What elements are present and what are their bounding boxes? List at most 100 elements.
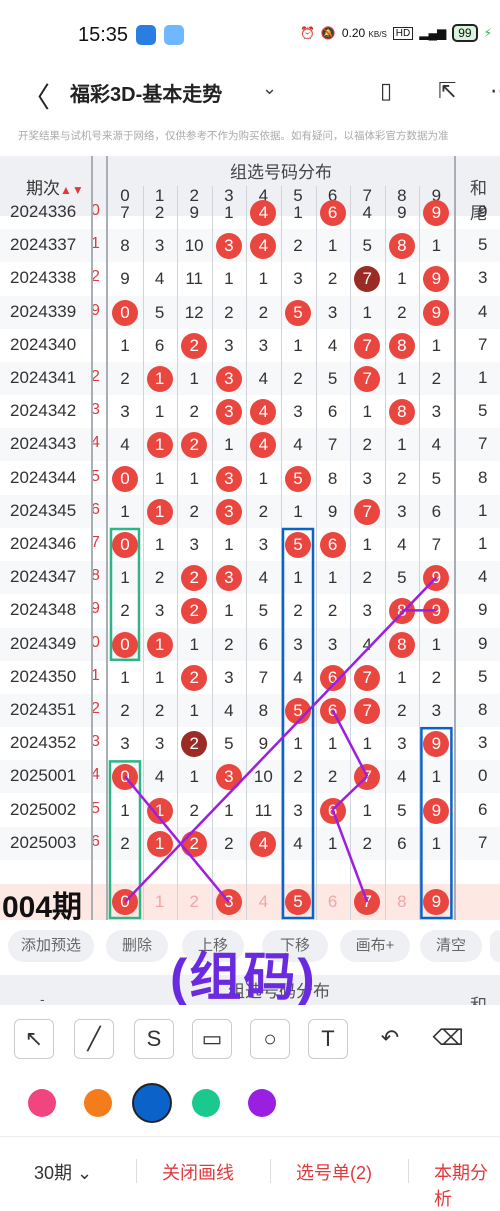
- prediction-cell-6[interactable]: 6: [316, 884, 350, 920]
- hit-ball: 0: [112, 764, 138, 791]
- digit-cell-3: 1: [224, 535, 234, 554]
- line-tool-icon[interactable]: ╱: [74, 1019, 114, 1059]
- digit-cell-9: 1: [431, 634, 442, 654]
- hit-ball: 2: [181, 664, 208, 691]
- digit-cell-4: 4: [246, 827, 280, 860]
- digit-cell-1: 1: [143, 628, 177, 661]
- prediction-cell-8[interactable]: 8: [385, 884, 419, 920]
- freehand-tool-icon[interactable]: S: [134, 1019, 174, 1059]
- digit-cell-4: 4: [258, 369, 269, 388]
- digit-cell-8: 4: [397, 767, 407, 787]
- prediction-ball[interactable]: 9: [423, 889, 450, 915]
- undo-icon[interactable]: ↶: [370, 1019, 410, 1059]
- prediction-ball[interactable]: 3: [215, 889, 242, 915]
- digit-cell-8: 8: [385, 594, 419, 627]
- digit-cell-7: 1: [362, 302, 372, 322]
- signal-icon: ▂▄▆: [419, 26, 447, 40]
- divider: [136, 1159, 137, 1183]
- eraser-icon[interactable]: ⌫: [428, 1019, 468, 1059]
- hit-ball: 1: [146, 432, 173, 459]
- text-tool-icon[interactable]: T: [308, 1019, 348, 1059]
- prediction-cell-1[interactable]: 1: [143, 884, 177, 920]
- app-notification-icon: [136, 25, 156, 45]
- hit-ball: 2: [181, 731, 208, 758]
- prediction-cell-2[interactable]: 2: [177, 884, 211, 920]
- hit-ball: 7: [354, 664, 381, 691]
- color-swatch-purple[interactable]: [248, 1089, 276, 1117]
- digit-cell-0: 9: [120, 269, 130, 289]
- status-bar: 15:35 ⏰ 🔕 0.20 KB/S HD ▂▄▆ 99 ⚡: [0, 0, 500, 70]
- prediction-ball[interactable]: 7: [354, 889, 381, 915]
- digit-cell-3: 1: [224, 800, 234, 820]
- period-cell: 2024337: [10, 235, 77, 255]
- digit-cell-1: 1: [143, 495, 177, 528]
- prediction-cell-4[interactable]: 4: [246, 884, 280, 920]
- digit-cell-6: 3: [327, 634, 338, 654]
- sum-tail-cell: 9: [478, 633, 488, 653]
- hit-ball: 3: [215, 498, 242, 525]
- handwritten-annotation: (组码): [170, 949, 317, 1007]
- more-tools-icon[interactable]: ‹: [484, 1019, 500, 1059]
- digit-cell-3: 1: [224, 269, 234, 289]
- grid-line: [177, 186, 179, 920]
- color-swatch-green[interactable]: [192, 1089, 220, 1117]
- color-swatch-orange[interactable]: [84, 1089, 112, 1117]
- digit-cell-6: 8: [327, 468, 338, 488]
- hit-ball: 0: [112, 532, 138, 558]
- prediction-ball[interactable]: 0: [112, 889, 138, 915]
- canvas-plus-button[interactable]: 画布+: [340, 930, 410, 962]
- more-icon[interactable]: ⋯: [490, 78, 500, 104]
- digit-cell-5: 1: [293, 568, 303, 588]
- digit-cell-2: 2: [177, 561, 211, 594]
- digit-cell-8: 3: [397, 501, 407, 521]
- digit-cell-4: 8: [258, 701, 269, 720]
- color-swatch-blue[interactable]: [132, 1083, 172, 1123]
- chevron-down-icon[interactable]: ⌄: [262, 78, 277, 99]
- prediction-cell-5[interactable]: 5: [281, 884, 315, 920]
- page-title[interactable]: 福彩3D-基本走势: [70, 78, 222, 107]
- clear-button[interactable]: 清空: [420, 930, 482, 962]
- hit-ball: 9: [423, 299, 450, 326]
- hit-ball: 5: [285, 532, 311, 558]
- hit-ball: 4: [250, 200, 277, 226]
- digit-cell-4: 4: [258, 568, 269, 588]
- digit-cell-1: 1: [154, 402, 165, 422]
- prediction-cell-0[interactable]: 0: [108, 884, 142, 920]
- table-row: 2024349 0 0 1 1 2 6 3 3 4 8 1 9: [0, 627, 500, 661]
- device-switch-icon[interactable]: ▯: [380, 78, 392, 104]
- digit-cell-0: 0: [108, 462, 142, 495]
- digit-cell-1: 1: [143, 428, 177, 461]
- digit-cell-9: 9: [419, 262, 453, 295]
- add-preselect-button[interactable]: 添加预选: [8, 930, 94, 962]
- digit-cell-4: 9: [258, 734, 269, 754]
- divider: [270, 1159, 271, 1183]
- period-analysis-button[interactable]: 本期分析: [434, 1159, 500, 1211]
- prediction-cell-7[interactable]: 7: [350, 884, 384, 920]
- digit-cell-3: 3: [212, 495, 246, 528]
- prediction-cell-3[interactable]: 3: [212, 884, 246, 920]
- period-count-select[interactable]: 30期 ⌄: [34, 1159, 92, 1185]
- prediction-cell-9[interactable]: 9: [419, 884, 453, 920]
- arrow-tool-icon[interactable]: ↖: [14, 1019, 54, 1059]
- sort-icon[interactable]: ▲▼: [60, 183, 84, 197]
- digit-cell-8: 5: [397, 568, 407, 588]
- digit-cell-9: 5: [431, 468, 442, 488]
- digit-cell-7: 4: [362, 634, 372, 654]
- share-icon[interactable]: ⇱: [438, 78, 456, 104]
- digit-cell-5: 1: [293, 501, 303, 521]
- digit-cell-8: 8: [385, 329, 419, 362]
- delete-button[interactable]: 删除: [106, 930, 168, 962]
- pick-list-button[interactable]: 选号单(2): [296, 1159, 372, 1185]
- color-swatch-pink[interactable]: [28, 1089, 56, 1117]
- digit-cell-2: 12: [184, 302, 204, 322]
- digit-cell-5: 3: [293, 402, 303, 422]
- period-cell: 2024344: [10, 467, 77, 487]
- prediction-ball[interactable]: 5: [285, 889, 311, 915]
- rectangle-tool-icon[interactable]: ▭: [192, 1019, 232, 1059]
- digit-cell-0: 3: [120, 402, 130, 422]
- digit-cell-6: 1: [327, 734, 338, 754]
- hit-ball: 3: [215, 764, 242, 791]
- close-drawing-button[interactable]: 关闭画线: [162, 1159, 234, 1185]
- circle-tool-icon[interactable]: ○: [250, 1019, 290, 1059]
- back-arrow-icon[interactable]: 〈: [22, 76, 50, 116]
